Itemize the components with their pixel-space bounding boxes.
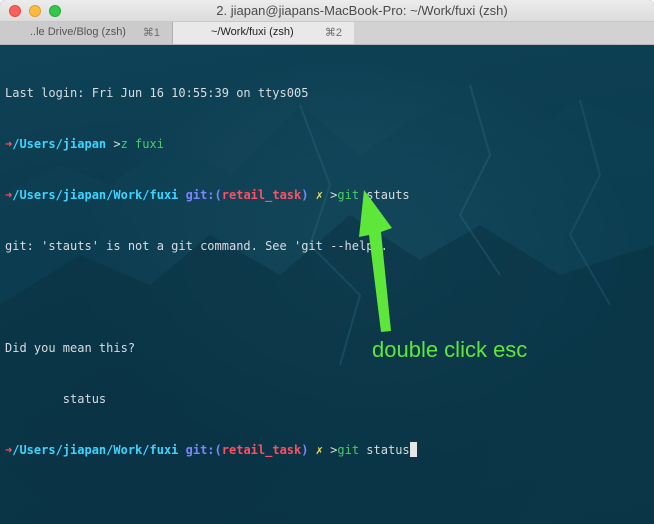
- tab-fuxi-shortcut: ⌘2: [324, 27, 342, 39]
- terminal-window: 2. jiapan@jiapans-MacBook-Pro: ~/Work/fu…: [0, 0, 654, 524]
- tab-fuxi[interactable]: ~/Work/fuxi (zsh) ⌘2: [173, 22, 354, 44]
- annotation-text: double click esc: [372, 337, 528, 362]
- terminal-content[interactable]: Last login: Fri Jun 16 10:55:39 on ttys0…: [0, 45, 654, 524]
- tab-blog-shortcut: ⌘1: [142, 27, 160, 39]
- tab-blog-label: ..le Drive/Blog (zsh): [30, 26, 126, 38]
- tab-bar-empty-area[interactable]: [354, 22, 654, 44]
- window-title: 2. jiapan@jiapans-MacBook-Pro: ~/Work/fu…: [216, 3, 508, 18]
- title-bar[interactable]: 2. jiapan@jiapans-MacBook-Pro: ~/Work/fu…: [0, 0, 654, 22]
- tab-blog[interactable]: ..le Drive/Blog (zsh) ⌘1: [0, 22, 173, 44]
- tab-fuxi-label: ~/Work/fuxi (zsh): [211, 26, 294, 38]
- tab-bar: ..le Drive/Blog (zsh) ⌘1 ~/Work/fuxi (zs…: [0, 22, 654, 45]
- annotation-arrow-icon: [359, 190, 392, 332]
